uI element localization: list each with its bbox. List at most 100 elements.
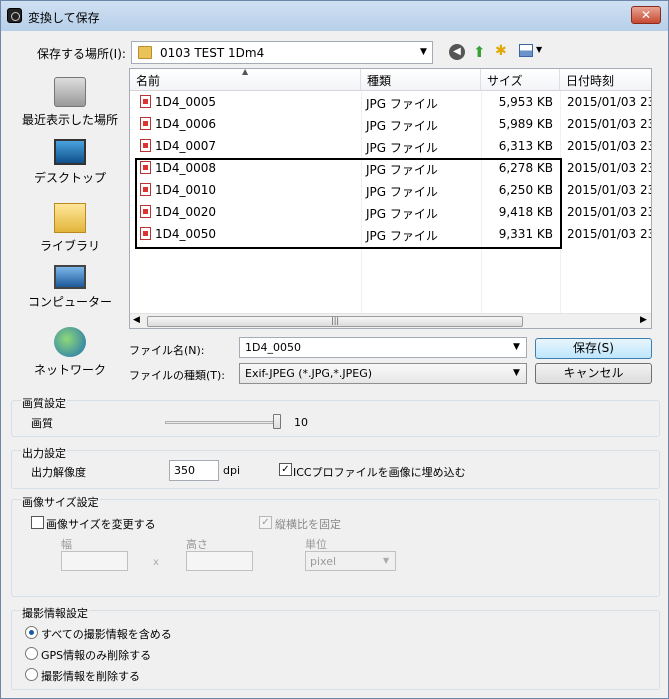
radio-include-all-label[interactable]: すべての撮影情報を含める xyxy=(41,626,172,642)
library-icon xyxy=(54,203,86,233)
unit-value: pixel xyxy=(310,555,337,568)
file-row[interactable]: 1D4_0005 JPG ファイル 5,953 KB 2015/01/03 23… xyxy=(130,91,652,113)
file-size: 5,989 KB xyxy=(498,117,553,131)
image-size-group-title: 画像サイズ設定 xyxy=(21,494,100,510)
file-row[interactable]: 1D4_0006 JPG ファイル 5,989 KB 2015/01/03 23… xyxy=(130,113,652,135)
keep-aspect-label: 縦横比を固定 xyxy=(275,518,341,531)
quality-slider-track[interactable] xyxy=(165,421,279,424)
place-recent[interactable]: 最近表示した場所 xyxy=(15,77,125,128)
radio-remove-all[interactable] xyxy=(25,668,38,681)
icc-checkbox[interactable]: ✓ xyxy=(279,463,292,476)
unit-label: 単位 xyxy=(305,538,327,551)
column-header-type[interactable]: 種類 xyxy=(361,69,481,91)
file-type-value: Exif-JPEG (*.JPG,*.JPEG) xyxy=(245,367,373,380)
computer-icon xyxy=(54,265,86,289)
place-label: デスクトップ xyxy=(33,171,106,185)
place-label: ライブラリ xyxy=(39,239,100,253)
file-name: 1D4_0006 xyxy=(155,117,217,131)
file-type: JPG ファイル xyxy=(366,141,438,155)
place-label: ネットワーク xyxy=(33,363,106,377)
resize-checkbox[interactable] xyxy=(31,516,44,529)
file-type-label: ファイルの種類(T): xyxy=(129,369,226,382)
quality-label: 画質 xyxy=(31,417,53,430)
file-list[interactable]: 名前 ▲ 種類 サイズ 日付時刻 1D4_0005 JPG ファイル 5,953… xyxy=(129,68,652,329)
back-icon[interactable]: ◀ xyxy=(449,44,465,60)
quality-group-title: 画質設定 xyxy=(21,395,67,411)
file-date: 2015/01/03 23: xyxy=(567,227,652,241)
file-size: 6,313 KB xyxy=(498,139,553,153)
save-location-value: 0103 TEST 1Dm4 xyxy=(160,46,265,60)
save-button[interactable]: 保存(S) xyxy=(535,338,652,359)
width-label: 幅 xyxy=(61,538,72,551)
column-header-name[interactable]: 名前 ▲ xyxy=(130,69,361,91)
grip-icon: ||| xyxy=(331,316,340,325)
radio-remove-gps[interactable] xyxy=(25,647,38,660)
camera-app-icon xyxy=(7,8,22,23)
place-library[interactable]: ライブラリ xyxy=(15,203,125,254)
file-size: 5,953 KB xyxy=(498,95,553,109)
height-label: 高さ xyxy=(186,538,208,551)
image-size-group xyxy=(11,499,660,597)
radio-remove-all-label[interactable]: 撮影情報を削除する xyxy=(41,668,140,684)
file-name-input[interactable]: 1D4_0050 ▼ xyxy=(239,337,527,358)
file-date: 2015/01/03 23: xyxy=(567,139,652,153)
save-location-label: 保存する場所(I): xyxy=(37,47,126,61)
column-header-size[interactable]: サイズ xyxy=(481,69,560,91)
resolution-label: 出力解像度 xyxy=(31,466,86,479)
resize-label[interactable]: 画像サイズを変更する xyxy=(46,516,156,532)
file-row[interactable]: 1D4_0007 JPG ファイル 6,313 KB 2015/01/03 23… xyxy=(130,135,652,157)
unit-select[interactable]: pixel ▼ xyxy=(305,551,396,571)
file-name-label: ファイル名(N): xyxy=(129,344,205,357)
quality-value: 10 xyxy=(294,416,308,429)
file-date: 2015/01/03 23: xyxy=(567,183,652,197)
annotation-highlight-box xyxy=(135,158,562,249)
keep-aspect-checkbox[interactable]: ✓ xyxy=(259,516,272,529)
width-input[interactable] xyxy=(61,551,128,571)
quality-slider-thumb[interactable] xyxy=(273,414,281,429)
place-network[interactable]: ネットワーク xyxy=(15,327,125,378)
save-location-dropdown[interactable]: 0103 TEST 1Dm4 ▼ xyxy=(131,41,433,64)
jpg-file-icon xyxy=(140,95,151,108)
horizontal-scrollbar[interactable]: ◀ ||| ▶ xyxy=(130,313,651,328)
up-folder-icon[interactable]: ⬆ xyxy=(473,43,486,61)
scroll-right-icon[interactable]: ▶ xyxy=(640,315,647,325)
place-computer[interactable]: コンピューター xyxy=(15,265,125,310)
place-desktop[interactable]: デスクトップ xyxy=(15,139,125,186)
recent-places-icon xyxy=(54,77,86,107)
radio-remove-gps-label[interactable]: GPS情報のみ削除する xyxy=(41,647,151,663)
output-group-title: 出力設定 xyxy=(21,445,67,461)
new-folder-icon[interactable]: ✱ xyxy=(495,43,507,59)
radio-include-all[interactable] xyxy=(25,626,38,639)
chevron-down-icon: ▼ xyxy=(513,368,520,378)
chevron-down-icon[interactable]: ▼ xyxy=(513,342,520,352)
jpg-file-icon xyxy=(140,117,151,130)
icc-label[interactable]: ICCプロファイルを画像に埋め込む xyxy=(293,464,466,480)
file-date: 2015/01/03 23: xyxy=(567,161,652,175)
quality-group xyxy=(11,400,660,437)
chevron-down-icon: ▼ xyxy=(420,47,427,57)
file-type: JPG ファイル xyxy=(366,119,438,133)
save-dialog: 変換して保存 ✕ 保存する場所(I): 0103 TEST 1Dm4 ▼ ◀ ⬆… xyxy=(0,0,669,699)
file-name-value: 1D4_0050 xyxy=(245,341,301,354)
file-date: 2015/01/03 23: xyxy=(567,95,652,109)
scroll-left-icon[interactable]: ◀ xyxy=(133,315,140,325)
cancel-button[interactable]: キャンセル xyxy=(535,363,652,384)
sort-ascending-icon: ▲ xyxy=(242,68,249,76)
view-menu-icon[interactable] xyxy=(519,44,533,57)
file-name: 1D4_0007 xyxy=(155,139,217,153)
chevron-down-icon[interactable]: ▼ xyxy=(536,45,542,54)
file-date: 2015/01/03 23: xyxy=(567,117,652,131)
file-type: JPG ファイル xyxy=(366,97,438,111)
chevron-down-icon: ▼ xyxy=(383,556,390,565)
title-bar: 変換して保存 ✕ xyxy=(1,1,668,31)
close-button[interactable]: ✕ xyxy=(631,6,661,24)
column-header-date[interactable]: 日付時刻 xyxy=(560,69,651,91)
times-label: x xyxy=(153,557,159,568)
folder-icon xyxy=(138,46,152,59)
scrollbar-thumb[interactable]: ||| xyxy=(147,316,523,327)
height-input[interactable] xyxy=(186,551,253,571)
resolution-input[interactable]: 350 xyxy=(169,460,219,481)
network-icon xyxy=(54,327,86,357)
desktop-icon xyxy=(54,139,86,165)
file-type-select[interactable]: Exif-JPEG (*.JPG,*.JPEG) ▼ xyxy=(239,363,527,384)
